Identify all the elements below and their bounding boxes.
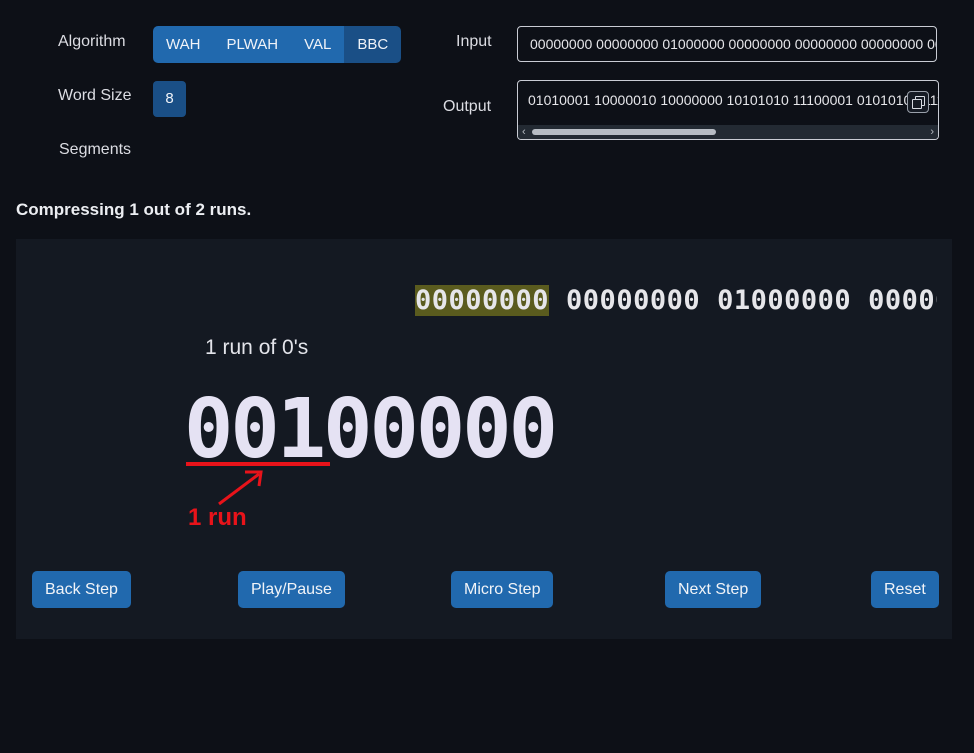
output-value: 01010001 10000010 10000000 10101010 1110…: [528, 92, 939, 108]
word-size-option-8[interactable]: 8: [153, 81, 186, 117]
output-label: Output: [443, 98, 492, 115]
scroll-right-icon[interactable]: ›: [930, 125, 934, 139]
bit-word: 01000000: [717, 285, 852, 316]
copy-icon-front: [912, 99, 922, 109]
bit-word: 00000000: [868, 285, 937, 316]
scroll-thumb[interactable]: [532, 129, 716, 135]
segments-label: Segments: [59, 141, 132, 158]
algorithm-selector: WAH PLWAH VAL BBC: [153, 26, 402, 63]
input-bits-row: 00000000 00000000 01000000 00000000: [415, 285, 937, 323]
run-caption: 1 run of 0's: [205, 336, 309, 359]
run-annotation: 1 run: [188, 504, 247, 531]
copy-button[interactable]: [907, 91, 929, 113]
back-step-button[interactable]: Back Step: [32, 571, 131, 608]
word-size-label: Word Size: [58, 87, 132, 104]
annotation-arrow-icon: [218, 470, 263, 506]
status-text: Compressing 1 out of 2 runs.: [16, 200, 252, 219]
algorithm-option-plwah[interactable]: PLWAH: [213, 26, 292, 63]
next-step-button[interactable]: Next Step: [665, 571, 762, 608]
scroll-left-icon[interactable]: ‹: [522, 125, 526, 139]
play-pause-button[interactable]: Play/Pause: [238, 571, 345, 608]
algorithm-option-val[interactable]: VAL: [291, 26, 345, 63]
bit-word: 00000000: [566, 285, 701, 316]
micro-step-button[interactable]: Micro Step: [451, 571, 554, 608]
input-label: Input: [456, 33, 492, 50]
reset-button[interactable]: Reset: [871, 571, 939, 608]
algorithm-option-bbc[interactable]: BBC: [344, 26, 402, 63]
output-scrollbar[interactable]: ‹ ›: [518, 125, 938, 139]
algorithm-option-wah[interactable]: WAH: [153, 26, 214, 63]
visualizer-panel: 00000000 00000000 01000000 00000000 1 run o…: [16, 239, 952, 639]
output-field[interactable]: 01010001 10000010 10000000 10101010 1110…: [517, 80, 939, 140]
input-field[interactable]: 00000000 00000000 01000000 00000000 0000…: [517, 26, 937, 62]
algorithm-label: Algorithm: [58, 33, 126, 50]
bit-word-highlighted: 00000000: [415, 285, 550, 316]
